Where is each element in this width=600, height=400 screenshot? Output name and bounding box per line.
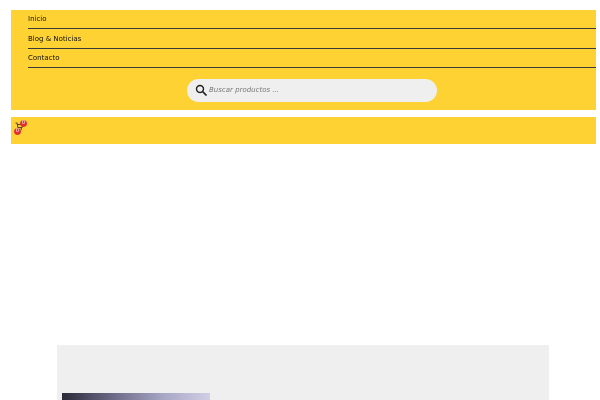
nav-item-inicio[interactable]: Inicio xyxy=(28,10,596,29)
nav-item-blog-noticias[interactable]: Blog & Noticias xyxy=(28,30,596,49)
nav-item-label: Contacto xyxy=(28,54,60,62)
search-placeholder: Buscar productos ... xyxy=(209,86,280,94)
header-menu-band: Inicio Blog & Noticias Contacto Buscar p… xyxy=(11,10,596,110)
cart-total-badge: 0 xyxy=(14,128,21,135)
nav-item-label: Blog & Noticias xyxy=(28,35,82,43)
product-image[interactable] xyxy=(62,393,210,400)
search-icon xyxy=(195,84,207,96)
cart-count-badge: 0 xyxy=(20,120,27,127)
search-input[interactable]: Buscar productos ... xyxy=(187,79,437,102)
nav-item-contacto[interactable]: Contacto xyxy=(28,49,596,68)
cart-button[interactable]: 0 0 xyxy=(14,120,30,136)
content-panel xyxy=(57,345,549,400)
nav-item-label: Inicio xyxy=(28,15,47,23)
cart-band: 0 0 xyxy=(11,117,596,144)
